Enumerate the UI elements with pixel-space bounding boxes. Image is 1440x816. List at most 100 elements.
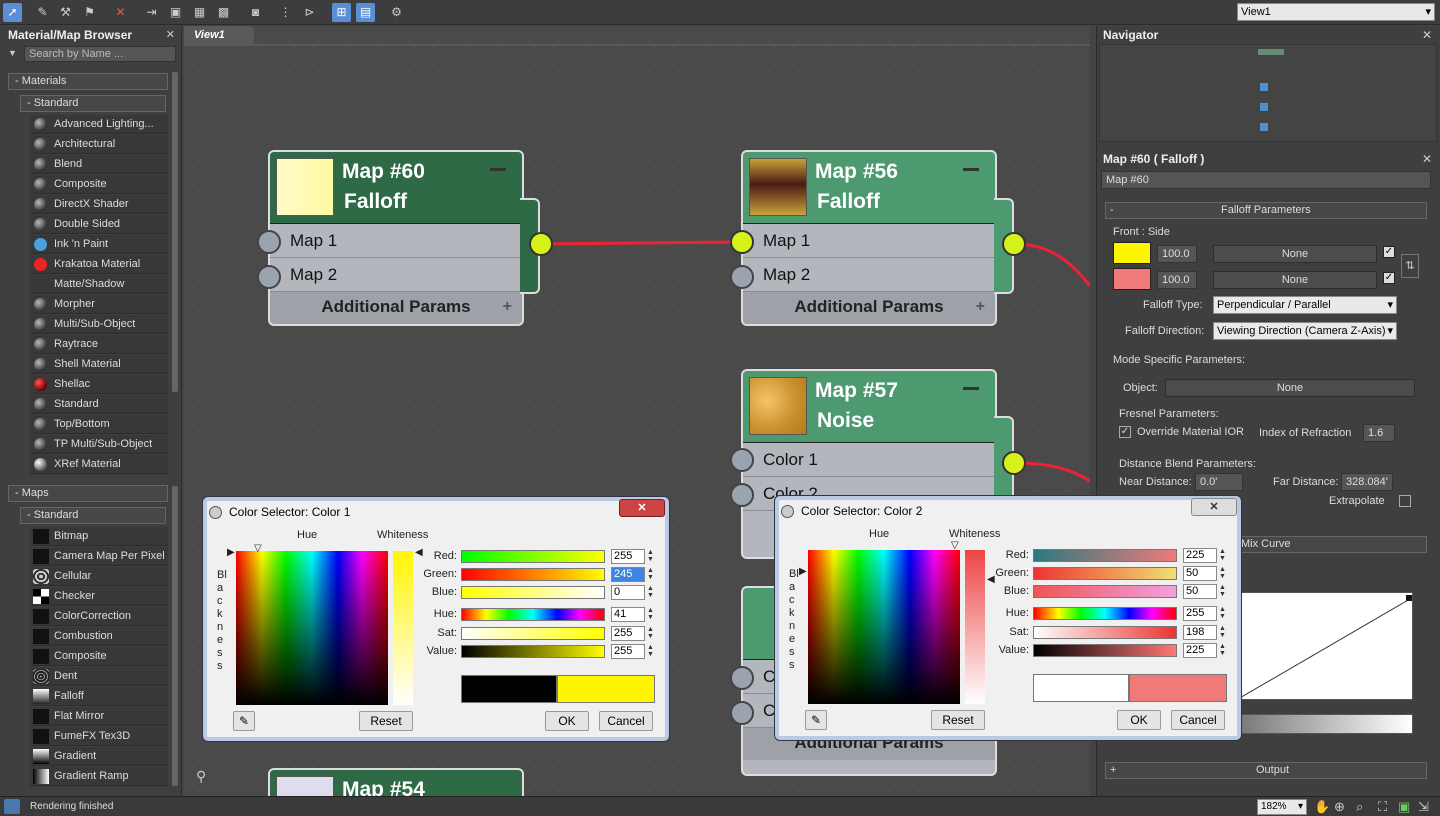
cancel-button[interactable]: Cancel — [599, 711, 653, 731]
materials-standard-group[interactable]: - Standard — [20, 95, 166, 112]
extrapolate-checkbox[interactable] — [1399, 495, 1411, 507]
blue-field[interactable]: 50 — [1183, 584, 1217, 599]
maps-standard-group[interactable]: - Standard — [20, 507, 166, 524]
material-item[interactable]: Multi/Sub-Object — [30, 315, 168, 334]
additional-params[interactable]: Additional Params + — [743, 292, 995, 324]
output-port-56[interactable] — [1002, 232, 1026, 256]
map-item[interactable]: Gradient Ramp — [30, 767, 168, 786]
output-port-57[interactable] — [1002, 451, 1026, 475]
blue-spinner[interactable]: ▲ ▼ — [647, 585, 655, 600]
value-spinner[interactable]: ▲ ▼ — [647, 644, 655, 659]
material-item[interactable]: Krakatoa Material — [30, 255, 168, 274]
red-field[interactable]: 225 — [1183, 548, 1217, 563]
blue-slider[interactable] — [1033, 585, 1177, 598]
map-item[interactable]: Dent — [30, 667, 168, 686]
map-item[interactable]: ColorCorrection — [30, 607, 168, 626]
side-map-checkbox[interactable]: ✓ — [1383, 272, 1395, 284]
front-amount[interactable]: 100.0 — [1157, 245, 1197, 263]
preview-icon[interactable]: ◙ — [246, 3, 265, 22]
put-to-scene-icon[interactable]: ⚑ — [80, 3, 99, 22]
hue-field[interactable]: 255 — [1183, 606, 1217, 621]
layout-children-icon[interactable]: ⊳ — [300, 3, 319, 22]
ior-field[interactable]: 1.6 — [1363, 424, 1395, 442]
close-button[interactable]: ✕ — [619, 499, 665, 517]
front-map-checkbox[interactable]: ✓ — [1383, 246, 1395, 258]
checker-icon[interactable]: ▩ — [214, 3, 233, 22]
ok-button[interactable]: OK — [545, 711, 589, 731]
view-select[interactable]: View1 — [1237, 3, 1435, 21]
material-item[interactable]: Advanced Lighting... — [30, 115, 168, 134]
delete-icon[interactable]: ✕ — [111, 3, 130, 22]
close-icon[interactable]: ✕ — [1422, 152, 1432, 166]
select-icon[interactable]: ➚ — [3, 3, 22, 22]
color-selector-dialog-2[interactable]: Color Selector: Color 2 ✕ Hue Whiteness … — [774, 495, 1242, 741]
value-slider[interactable] — [461, 645, 605, 658]
red-field[interactable]: 255 — [611, 549, 645, 564]
input-port-color1[interactable] — [730, 448, 754, 472]
zoom-region-icon[interactable]: ⌕ — [1356, 799, 1363, 815]
map-item[interactable]: Bitmap — [30, 527, 168, 546]
hue-marker-icon[interactable]: ▽ — [254, 543, 262, 554]
pick-material-icon[interactable]: ✎ — [33, 3, 52, 22]
input-port-color2[interactable] — [730, 483, 754, 507]
green-slider[interactable] — [1033, 567, 1177, 580]
cancel-button[interactable]: Cancel — [1171, 710, 1225, 730]
assign-material-icon[interactable]: ⚒ — [56, 3, 75, 22]
front-color-swatch[interactable] — [1113, 242, 1151, 264]
material-item[interactable]: Top/Bottom — [30, 415, 168, 434]
material-item[interactable]: Blend — [30, 155, 168, 174]
input-port-map2[interactable] — [257, 265, 281, 289]
material-item[interactable]: XRef Material — [30, 455, 168, 474]
hue-spinner[interactable]: ▲ ▼ — [1219, 606, 1227, 621]
scroll-icon[interactable]: ⇲ — [1418, 799, 1429, 815]
slot-map2[interactable]: Map 2 — [743, 258, 995, 292]
map-item[interactable]: Flat Mirror — [30, 707, 168, 726]
hue-blackness-field[interactable] — [236, 551, 388, 705]
whiteness-bar[interactable] — [393, 551, 413, 705]
map-item[interactable]: Falloff — [30, 687, 168, 706]
input-port-map1[interactable] — [257, 230, 281, 254]
value-slider[interactable] — [1033, 644, 1177, 657]
materials-scrollbar[interactable] — [172, 72, 178, 392]
far-field[interactable]: 328.084' — [1341, 473, 1393, 491]
background-icon[interactable]: ▦ — [190, 3, 209, 22]
map-item[interactable]: Cellular — [30, 567, 168, 586]
blue-field[interactable]: 0 — [611, 585, 645, 600]
front-map-button[interactable]: None — [1213, 245, 1377, 263]
slot-map1[interactable]: Map 1 — [743, 224, 995, 258]
pan-icon[interactable]: ✋ — [1314, 799, 1330, 815]
sat-field[interactable]: 255 — [611, 626, 645, 641]
binoculars-icon[interactable]: ⚲ — [196, 768, 206, 785]
side-map-button[interactable]: None — [1213, 271, 1377, 289]
material-item[interactable]: Double Sided — [30, 215, 168, 234]
maps-group[interactable]: - Maps — [8, 485, 168, 502]
minimize-icon[interactable] — [963, 387, 979, 390]
node-map-60[interactable]: Map #60 Falloff Map 1 Map 2 Additional P… — [268, 150, 524, 326]
slot-map1[interactable]: Map 1 — [270, 224, 522, 258]
slot-map2[interactable]: Map 2 — [270, 258, 522, 292]
map-item[interactable]: Camera Map Per Pixel — [30, 547, 168, 566]
material-id-icon[interactable]: ▣ — [166, 3, 185, 22]
output-rollout[interactable]: + Output — [1105, 762, 1427, 779]
green-slider[interactable] — [461, 568, 605, 581]
swap-icon[interactable]: ⇅ — [1401, 254, 1419, 278]
green-field[interactable]: 50 — [1183, 566, 1217, 581]
hue-blackness-field[interactable] — [808, 550, 960, 704]
eyedropper-icon[interactable]: ✎ — [805, 710, 827, 730]
value-field[interactable]: 255 — [611, 644, 645, 659]
material-item[interactable]: Ink 'n Paint — [30, 235, 168, 254]
show-parameters-icon[interactable]: ⊞ — [332, 3, 351, 22]
eyedropper-icon[interactable]: ✎ — [233, 711, 255, 731]
map-item[interactable]: Composite — [30, 647, 168, 666]
blackness-marker-icon[interactable]: ▶ — [227, 547, 235, 558]
material-item[interactable]: Architectural — [30, 135, 168, 154]
show-navigator-icon[interactable]: ▤ — [356, 3, 375, 22]
value-spinner[interactable]: ▲ ▼ — [1219, 643, 1227, 658]
material-item[interactable]: Shell Material — [30, 355, 168, 374]
map-item[interactable]: Checker — [30, 587, 168, 606]
green-field[interactable]: 245 — [611, 567, 645, 582]
expand-icon[interactable]: + — [976, 292, 985, 322]
move-children-icon[interactable]: ⇥ — [142, 3, 161, 22]
input-port[interactable] — [730, 701, 754, 725]
hue-slider[interactable] — [1033, 607, 1177, 620]
